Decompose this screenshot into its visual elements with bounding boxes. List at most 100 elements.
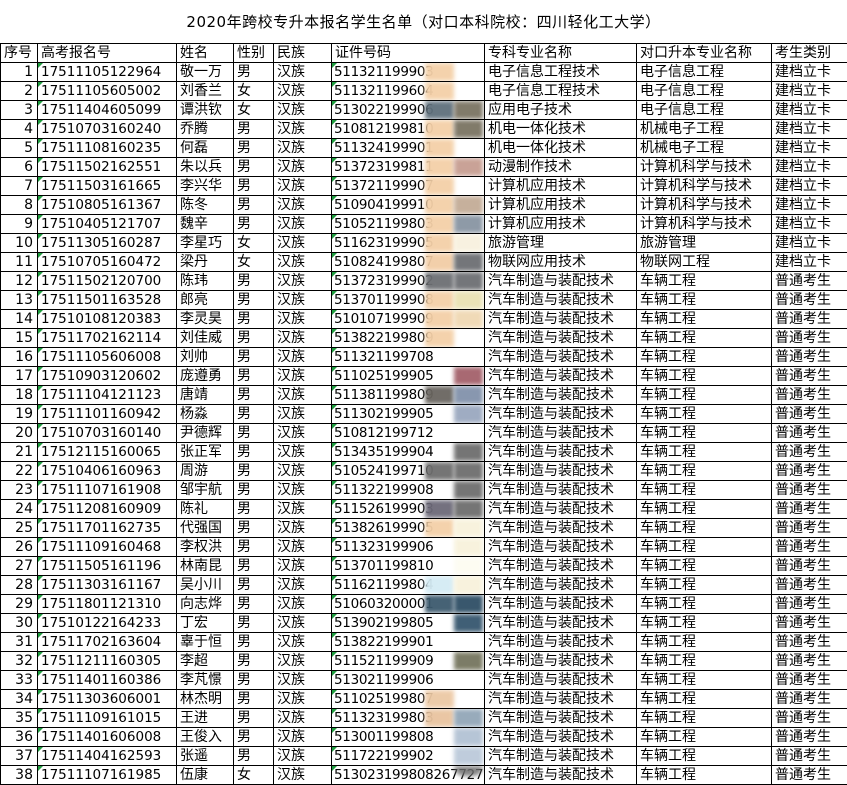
- id-number-value: 511321199903: [334, 64, 433, 80]
- target-major-value: 电子信息工程: [640, 83, 724, 99]
- redaction-blur-block: [425, 63, 454, 81]
- cell-target-major: 车辆工程: [637, 519, 772, 538]
- target-major-value: 车辆工程: [640, 520, 696, 536]
- cell-gender: 男: [234, 196, 274, 215]
- redaction-blur-block: [425, 595, 454, 613]
- cell-name: 刘香兰: [177, 82, 234, 101]
- cell-category: 建档立卡: [772, 101, 847, 120]
- cell-seq: 33: [1, 671, 38, 690]
- gender-value: 男: [237, 349, 251, 365]
- category-value: 普通考生: [775, 501, 831, 517]
- id-number-value: 513723199811: [334, 159, 433, 175]
- cell-error-indicator-icon: [332, 728, 337, 733]
- cell-category: 建档立卡: [772, 63, 847, 82]
- cell-major: 汽车制造与装配技术: [485, 728, 637, 747]
- ethnicity-value: 汉族: [277, 767, 305, 783]
- cell-target-major: 物联网工程: [637, 253, 772, 272]
- seq-value: 26: [15, 539, 33, 555]
- redaction-blur-block: [425, 500, 454, 518]
- category-value: 建档立卡: [775, 254, 831, 270]
- cell-target-major: 车辆工程: [637, 481, 772, 500]
- cell-exam-no: 17511701162735: [38, 519, 177, 538]
- cell-exam-no: 17511211160305: [38, 652, 177, 671]
- cell-id-number: 513701199810: [332, 557, 485, 576]
- ethnicity-value: 汉族: [277, 197, 305, 213]
- cell-name: 陈礼: [177, 500, 234, 519]
- cell-exam-no: 17511404605099: [38, 101, 177, 120]
- cell-error-indicator-icon: [38, 728, 43, 733]
- seq-value: 5: [24, 140, 33, 156]
- cell-target-major: 车辆工程: [637, 367, 772, 386]
- category-value: 普通考生: [775, 406, 831, 422]
- cell-target-major: 机械电子工程: [637, 139, 772, 158]
- cell-exam-no: 17510703160240: [38, 120, 177, 139]
- table-row: 33 17511401160386 李芃憬 男 汉族 513021199906 …: [1, 671, 847, 690]
- redaction-blur-block: [425, 253, 454, 271]
- redaction-blur-block: [425, 329, 454, 347]
- id-number-value: 513701199810: [334, 558, 433, 574]
- target-major-value: 车辆工程: [640, 349, 696, 365]
- ethnicity-value: 汉族: [277, 159, 305, 175]
- ethnicity-value: 汉族: [277, 539, 305, 555]
- cell-major: 汽车制造与装配技术: [485, 614, 637, 633]
- cell-exam-no: 17511303606001: [38, 690, 177, 709]
- redaction-blur-block: [454, 291, 483, 309]
- gender-value: 男: [237, 710, 251, 726]
- ethnicity-value: 汉族: [277, 596, 305, 612]
- cell-category: 建档立卡: [772, 215, 847, 234]
- target-major-value: 车辆工程: [640, 444, 696, 460]
- major-value: 动漫制作技术: [488, 159, 572, 175]
- cell-exam-no: 17510805161367: [38, 196, 177, 215]
- ethnicity-value: 汉族: [277, 710, 305, 726]
- cell-seq: 16: [1, 348, 38, 367]
- cell-error-indicator-icon: [38, 443, 43, 448]
- target-major-value: 车辆工程: [640, 387, 696, 403]
- cell-major: 汽车制造与装配技术: [485, 291, 637, 310]
- id-number-value: 513826199905: [334, 520, 433, 536]
- cell-error-indicator-icon: [38, 367, 43, 372]
- category-value: 普通考生: [775, 520, 831, 536]
- cell-exam-no: 17511107161985: [38, 766, 177, 785]
- seq-value: 25: [15, 520, 33, 536]
- cell-name: 王俊入: [177, 728, 234, 747]
- table-row: 6 17511502162551 朱以兵 男 汉族 513723199811 动…: [1, 158, 847, 177]
- cell-name: 陈玮: [177, 272, 234, 291]
- cell-ethnicity: 汉族: [274, 120, 332, 139]
- table-row: 24 17511208160909 陈礼 男 汉族 511526199903 汽…: [1, 500, 847, 519]
- category-value: 普通考生: [775, 729, 831, 745]
- cell-seq: 36: [1, 728, 38, 747]
- cell-major: 电子信息工程技术: [485, 82, 637, 101]
- ethnicity-value: 汉族: [277, 729, 305, 745]
- gender-value: 男: [237, 330, 251, 346]
- cell-error-indicator-icon: [38, 500, 43, 505]
- cell-gender: 男: [234, 405, 274, 424]
- name-value: 邹宇航: [180, 482, 222, 498]
- cell-category: 普通考生: [772, 595, 847, 614]
- cell-name: 林南昆: [177, 557, 234, 576]
- major-value: 汽车制造与装配技术: [488, 520, 614, 536]
- cell-gender: 女: [234, 82, 274, 101]
- cell-id-number: 513723199811: [332, 158, 485, 177]
- major-value: 电子信息工程技术: [488, 64, 600, 80]
- major-value: 计算机应用技术: [488, 216, 586, 232]
- cell-category: 普通考生: [772, 728, 847, 747]
- redaction-blur-block: [454, 557, 483, 575]
- cell-exam-no: 17510108120383: [38, 310, 177, 329]
- cell-seq: 9: [1, 215, 38, 234]
- major-value: 汽车制造与装配技术: [488, 615, 614, 631]
- ethnicity-value: 汉族: [277, 406, 305, 422]
- cell-gender: 女: [234, 253, 274, 272]
- gender-value: 男: [237, 729, 251, 745]
- cell-error-indicator-icon: [38, 538, 43, 543]
- category-value: 普通考生: [775, 368, 831, 384]
- exam-no-value: 17511501163528: [41, 292, 161, 308]
- name-value: 陈礼: [180, 501, 208, 517]
- cell-major: 汽车制造与装配技术: [485, 557, 637, 576]
- cell-ethnicity: 汉族: [274, 82, 332, 101]
- redaction-blur-block: [454, 101, 483, 119]
- cell-error-indicator-icon: [38, 481, 43, 486]
- table-row: 38 17511107161985 伍康 女 汉族 51302319980826…: [1, 766, 847, 785]
- cell-id-number: 513435199904: [332, 443, 485, 462]
- major-value: 旅游管理: [488, 235, 544, 251]
- target-major-value: 车辆工程: [640, 710, 696, 726]
